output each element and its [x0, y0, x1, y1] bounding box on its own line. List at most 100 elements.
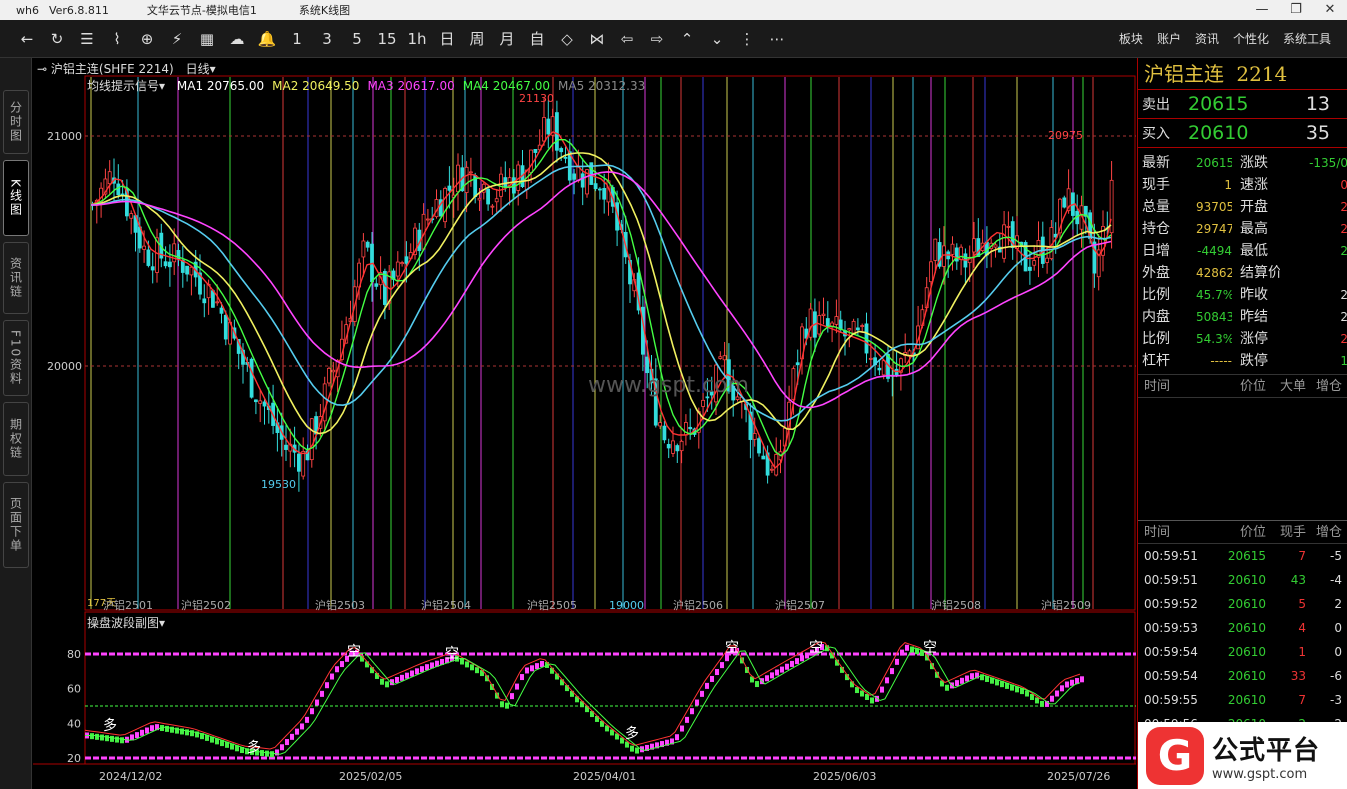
- stat-k2-5[interactable]: 结算价▾: [1232, 262, 1280, 284]
- toolbar-tool-17[interactable]: 自: [522, 28, 552, 49]
- candle-body: [163, 261, 168, 267]
- toolbar-tool-15[interactable]: 周: [462, 28, 492, 49]
- osc-block: [325, 682, 329, 689]
- tab-5[interactable]: 页面下单: [3, 482, 29, 568]
- menu-item-3[interactable]: 个性化: [1233, 30, 1269, 47]
- indicator-selector[interactable]: 均线提示信号▾: [87, 79, 169, 93]
- quote-title: 沪铝主连 2214: [1138, 58, 1347, 90]
- osc-block: [405, 672, 409, 679]
- toolbar-tool-6[interactable]: ▦: [192, 30, 222, 48]
- candle-body: [309, 418, 314, 461]
- candle-body: [679, 440, 684, 452]
- restore-button[interactable]: ❐: [1279, 0, 1313, 20]
- toolbar-tool-12[interactable]: 15: [372, 30, 402, 48]
- toolbar-tool-7[interactable]: ☁: [222, 30, 252, 48]
- osc-block: [290, 733, 294, 740]
- tick-row: 00:59:55 20610 7 -3: [1138, 688, 1347, 712]
- contract-header: ⊸ 沪铝主连(SHFE 2214) 日线▾: [37, 60, 216, 77]
- view-name: 系统K线图: [298, 4, 351, 17]
- osc-block: [855, 687, 859, 694]
- stat-v-9: -----: [1210, 354, 1232, 368]
- contract-mark-4: 沪铝2504: [421, 598, 471, 612]
- tab-2[interactable]: 资讯链: [3, 242, 29, 314]
- tick-p: 20615: [1227, 549, 1266, 563]
- toolbar-tool-25[interactable]: ⋯: [762, 30, 792, 48]
- sub-indicator-header[interactable]: 操盘波段副图▾: [87, 614, 165, 631]
- long-signal-1: 多: [247, 739, 261, 756]
- osc-block: [300, 723, 304, 730]
- menu-item-2[interactable]: 资讯: [1195, 30, 1219, 47]
- candle-body: [770, 468, 774, 471]
- tab-4[interactable]: 期权链: [3, 402, 29, 476]
- menu-item-4[interactable]: 系统工具: [1283, 30, 1331, 47]
- brand-logo: G 公式平台 www.gspt.com: [1138, 722, 1347, 789]
- ma-label-2: MA2 20649.50: [272, 79, 360, 93]
- tick-v: 43: [1290, 573, 1306, 587]
- kline-chart[interactable]: 21000 20000 21130 20975 19530 19000 177天 www.gs…: [33, 58, 1136, 789]
- toolbar-tool-19[interactable]: ⋈: [582, 30, 612, 48]
- period-selector[interactable]: 日线▾: [186, 62, 216, 76]
- close-button[interactable]: ✕: [1313, 0, 1347, 20]
- toolbar-tool-4[interactable]: ⊕: [132, 30, 162, 48]
- col-header-3: 增仓: [1315, 525, 1342, 540]
- tick-c: -6: [1330, 669, 1342, 683]
- osc-block: [765, 675, 769, 682]
- axis-label-21000: 21000: [47, 130, 82, 143]
- toolbar-tool-23[interactable]: ⌄: [702, 30, 732, 48]
- candle-body: [129, 213, 134, 219]
- ma-label-5: MA5 20312.33: [558, 79, 646, 93]
- ask-label: 卖出: [1142, 97, 1170, 113]
- chevron-down-icon: ▾: [159, 616, 166, 630]
- toolbar-tool-8[interactable]: 🔔: [252, 30, 282, 48]
- candle-body: [223, 314, 228, 340]
- candle-body: [662, 425, 667, 441]
- osc-block: [95, 733, 99, 740]
- chart-watermark: www.gspt.com: [588, 373, 749, 398]
- stat-v-5: 42862: [1196, 266, 1232, 280]
- toolbar-tool-14[interactable]: 日: [432, 28, 462, 49]
- toolbar-tool-9[interactable]: 1: [282, 30, 312, 48]
- toolbar-tool-2[interactable]: ☰: [72, 30, 102, 48]
- toolbar-tool-11[interactable]: 5: [342, 30, 372, 48]
- tab-3[interactable]: F10资料: [3, 320, 29, 396]
- toolbar-tool-10[interactable]: 3: [312, 30, 342, 48]
- minimize-button[interactable]: —: [1245, 0, 1279, 20]
- toolbar-tool-16[interactable]: 月: [492, 28, 522, 49]
- candle-body: [1045, 257, 1049, 263]
- toolbar-tool-0[interactable]: ←: [12, 30, 42, 48]
- ma-line-4: [90, 139, 1112, 457]
- osc-block: [475, 667, 479, 674]
- chart-canvas[interactable]: 210002000021130209751953019000177天www.gs…: [33, 58, 1136, 789]
- osc-block: [1060, 685, 1064, 692]
- tab-1[interactable]: K线图: [3, 160, 29, 236]
- period-label: 日线: [185, 62, 210, 76]
- axis-label-20000: 20000: [47, 360, 82, 373]
- stat-grid: 最新 20615 涨跌 -135/0 现手 1 速涨 0 总量 93705 开盘 2 持仓 297476 最…: [1138, 148, 1347, 372]
- stat-v2-8: 2: [1340, 332, 1347, 346]
- toolbar-tool-20[interactable]: ⇦: [612, 30, 642, 48]
- toolbar-tool-1[interactable]: ↻: [42, 30, 72, 48]
- candle-body: [189, 266, 194, 276]
- osc-block: [1035, 697, 1039, 704]
- ma-label-4: MA4 20467.00: [462, 79, 550, 93]
- osc-block: [335, 666, 339, 673]
- toolbar-tool-13[interactable]: 1h: [402, 30, 432, 48]
- toolbar-tool-24[interactable]: ⋮: [732, 30, 762, 48]
- tick-p: 20610: [1227, 573, 1266, 587]
- toolbar-tool-22[interactable]: ⌃: [672, 30, 702, 48]
- menu-item-0[interactable]: 板块: [1119, 30, 1143, 47]
- tick-p: 20610: [1227, 669, 1266, 683]
- candle-body: [761, 455, 766, 460]
- tick-t: 00:59:52: [1144, 597, 1198, 611]
- toolbar-tool-18[interactable]: ◇: [552, 30, 582, 48]
- stat-k-8: 比例: [1142, 331, 1170, 347]
- toolbar-tool-5[interactable]: ⚡: [162, 30, 192, 48]
- toolbar-tool-3[interactable]: ⌇: [102, 30, 132, 48]
- menu-item-1[interactable]: 账户: [1157, 30, 1181, 47]
- tab-0[interactable]: 分时图: [3, 90, 29, 154]
- toolbar-tool-21[interactable]: ⇨: [642, 30, 672, 48]
- osc-block: [510, 693, 514, 700]
- sub-indicator-label: 操盘波段副图: [87, 616, 160, 630]
- osc-block: [965, 675, 969, 682]
- tick-t: 00:59:51: [1144, 573, 1198, 587]
